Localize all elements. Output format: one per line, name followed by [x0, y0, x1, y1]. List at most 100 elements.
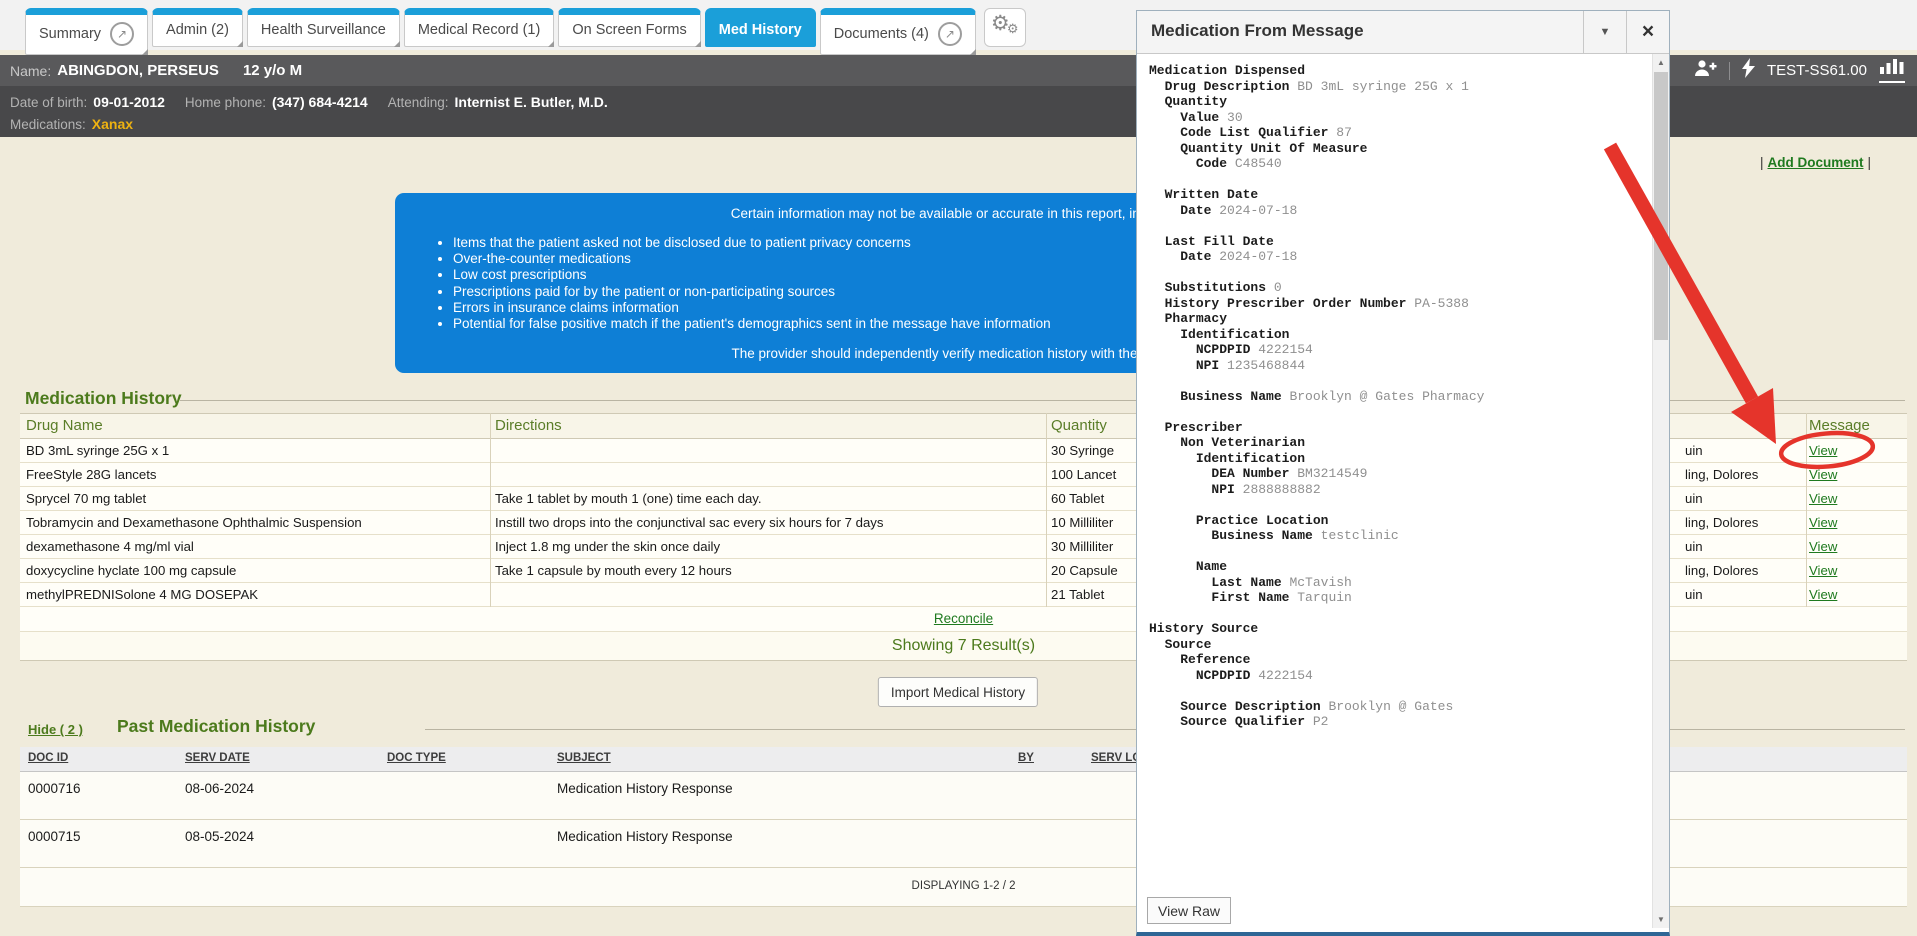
field-value: 2024-07-18 [1219, 203, 1297, 218]
external-link-icon[interactable]: ↗ [110, 22, 134, 46]
column-divider [490, 413, 491, 607]
field-label: DEA Number [1211, 466, 1289, 481]
field-label: Identification [1196, 451, 1305, 466]
drug-name-cell: BD 3mL syringe 25G x 1 [26, 443, 169, 458]
drug-name-cell: methylPREDNISolone 4 MG DOSEPAK [26, 587, 258, 602]
past-column-header-by: BY [1018, 752, 1034, 764]
field-value: P2 [1313, 714, 1329, 729]
subject-cell: Medication History Response [557, 781, 733, 796]
view-message-link[interactable]: View [1809, 491, 1837, 506]
past-column-header-serv-date: SERV DATE [185, 752, 250, 764]
modal-line [1149, 404, 1652, 420]
modal-line: Name [1149, 559, 1652, 575]
tab-admin-2-[interactable]: Admin (2) [152, 8, 243, 47]
medication-history-title: Medication History [25, 388, 182, 409]
modal-line: Practice Location [1149, 513, 1652, 529]
import-medical-history-button[interactable]: Import Medical History [878, 677, 1038, 707]
modal-close-button[interactable]: × [1626, 11, 1669, 53]
modal-line [1149, 544, 1652, 560]
field-value: C48540 [1235, 156, 1282, 171]
modal-line: Business Name Brooklyn @ Gates Pharmacy [1149, 389, 1652, 405]
modal-line: Drug Description BD 3mL syringe 25G x 1 [1149, 79, 1652, 95]
external-link-icon[interactable]: ↗ [938, 22, 962, 46]
view-message-link[interactable]: View [1809, 467, 1837, 482]
partially-hidden-cell: ling, Dolores [1685, 467, 1758, 482]
hide-past-history-link[interactable]: Hide ( 2 ) [28, 722, 83, 737]
modal-line [1149, 172, 1652, 188]
view-message-link[interactable]: View [1809, 515, 1837, 530]
view-raw-button[interactable]: View Raw [1147, 897, 1231, 924]
column-header-drug-name: Drug Name [26, 417, 103, 434]
reconcile-link[interactable]: Reconcile [934, 611, 993, 626]
field-label: Business Name [1180, 389, 1281, 404]
serv-date-cell: 08-05-2024 [185, 829, 254, 844]
field-label: Business Name [1211, 528, 1312, 543]
settings-button[interactable]: ⚙ ⚙ [984, 8, 1026, 47]
quantity-cell: 10 Milliliter [1051, 515, 1113, 530]
drug-name-cell: dexamethasone 4 mg/ml vial [26, 539, 194, 554]
modal-line: Medication Dispensed [1149, 63, 1652, 79]
scroll-up-arrow[interactable]: ▲ [1653, 54, 1669, 71]
view-message-link[interactable]: View [1809, 539, 1837, 554]
modal-line: NPI 2888888882 [1149, 482, 1652, 498]
tab-med-history[interactable]: Med History [705, 8, 816, 47]
drug-name-cell: FreeStyle 28G lancets [26, 467, 156, 482]
field-label: NCPDPID [1196, 668, 1251, 683]
add-document-link[interactable]: Add Document [1767, 155, 1863, 170]
modal-line: Business Name testclinic [1149, 528, 1652, 544]
directions-cell: Take 1 tablet by mouth 1 (one) time each… [495, 491, 762, 506]
field-value: testclinic [1321, 528, 1399, 543]
modal-line: History Source [1149, 621, 1652, 637]
serv-date-cell: 08-06-2024 [185, 781, 254, 796]
partially-hidden-cell: uin [1685, 587, 1703, 602]
modal-dropdown-button[interactable]: ▼ [1583, 11, 1626, 53]
tab-label: On Screen Forms [572, 22, 686, 38]
medications-value[interactable]: Xanax [92, 116, 133, 132]
stats-chart-button[interactable] [1879, 58, 1905, 83]
quantity-cell: 60 Tablet [1051, 491, 1104, 506]
field-label: Source [1165, 637, 1212, 652]
add-user-button[interactable] [1693, 58, 1717, 83]
modal-line [1149, 497, 1652, 513]
attending-label: Attending: [388, 95, 449, 110]
tab-summary[interactable]: Summary↗ [25, 8, 148, 55]
field-label: Practice Location [1196, 513, 1329, 528]
modal-line [1149, 373, 1652, 389]
column-header-message: Message [1809, 417, 1870, 434]
tab-documents-4-[interactable]: Documents (4)↗ [820, 8, 976, 55]
field-label: First Name [1211, 590, 1289, 605]
flash-icon[interactable] [1742, 58, 1755, 83]
field-label: Name [1196, 559, 1227, 574]
field-label: NPI [1211, 482, 1234, 497]
field-value: 87 [1336, 125, 1352, 140]
tab-health-surveillance[interactable]: Health Surveillance [247, 8, 400, 47]
paging-text: DISPLAYING 1-2 / 2 [912, 880, 1016, 892]
dob-label: Date of birth: [10, 95, 87, 110]
modal-line: Pharmacy [1149, 311, 1652, 327]
field-label: Last Name [1211, 575, 1281, 590]
modal-line: Identification [1149, 327, 1652, 343]
field-value: Brooklyn @ Gates Pharmacy [1289, 389, 1484, 404]
field-label: Code List Qualifier [1180, 125, 1328, 140]
modal-scrollbar[interactable]: ▲ ▼ [1652, 54, 1669, 928]
modal-line: NPI 1235468844 [1149, 358, 1652, 374]
scroll-down-arrow[interactable]: ▼ [1653, 911, 1669, 928]
tab-on-screen-forms[interactable]: On Screen Forms [558, 8, 700, 47]
field-value: 0 [1274, 280, 1282, 295]
field-label: NCPDPID [1196, 342, 1251, 357]
directions-cell: Instill two drops into the conjunctival … [495, 515, 883, 530]
past-medication-history-title: Past Medication History [117, 716, 315, 737]
field-label: Last Fill Date [1165, 234, 1274, 249]
partially-hidden-cell: uin [1685, 443, 1703, 458]
view-message-link[interactable]: View [1809, 443, 1837, 458]
result-count: Showing 7 Result(s) [892, 637, 1035, 655]
scrollbar-thumb[interactable] [1654, 72, 1668, 340]
view-message-link[interactable]: View [1809, 563, 1837, 578]
field-label: Value [1180, 110, 1219, 125]
tab-medical-record-1-[interactable]: Medical Record (1) [404, 8, 555, 47]
view-message-link[interactable]: View [1809, 587, 1837, 602]
partially-hidden-cell: uin [1685, 539, 1703, 554]
field-value: McTavish [1289, 575, 1351, 590]
field-label: Code [1196, 156, 1227, 171]
modal-line [1149, 683, 1652, 699]
